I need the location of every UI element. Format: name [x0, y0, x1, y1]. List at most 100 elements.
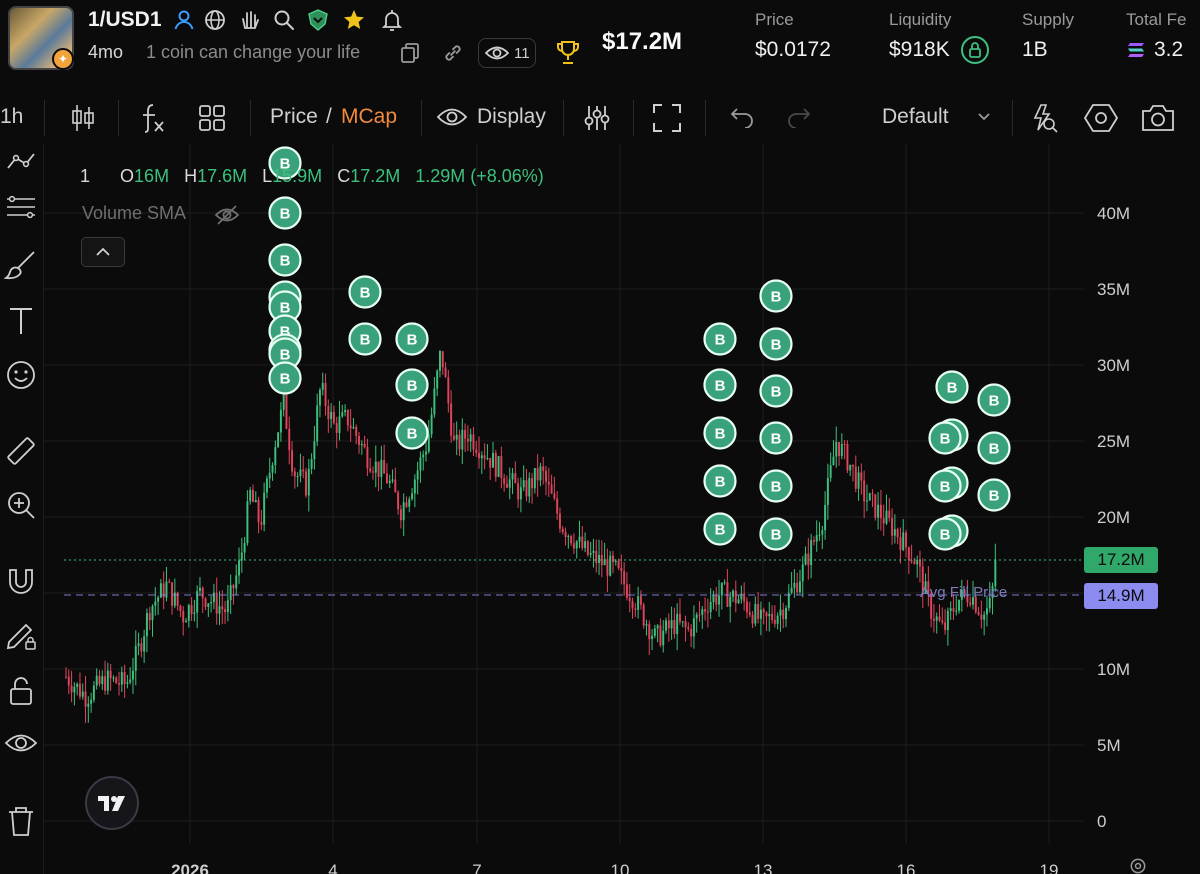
screenshot-camera-icon[interactable] [1141, 104, 1175, 132]
buy-marker[interactable]: B [977, 478, 1011, 512]
chart-settings-hexagon-icon[interactable] [1084, 103, 1118, 133]
delete-trash-icon[interactable] [4, 804, 38, 838]
buy-marker[interactable]: B [703, 322, 737, 356]
buy-marker[interactable]: B [703, 368, 737, 402]
candle-body [614, 560, 617, 562]
trend-line-tool-icon[interactable] [4, 146, 38, 180]
buy-marker[interactable]: B [348, 322, 382, 356]
undo-icon[interactable] [729, 106, 755, 128]
interval-button[interactable]: 1h [0, 105, 23, 129]
buy-marker-label: B [771, 384, 782, 401]
quick-search-icon[interactable] [1027, 102, 1059, 134]
redo-icon[interactable] [786, 106, 812, 128]
buy-marker[interactable]: B [268, 196, 302, 230]
fullscreen-icon[interactable] [652, 103, 682, 133]
toolbar-divider [44, 100, 45, 136]
buy-marker[interactable]: B [759, 517, 793, 551]
buy-marker[interactable]: B [759, 327, 793, 361]
tradingview-logo[interactable] [85, 776, 139, 830]
candle-body [313, 441, 316, 460]
candle-body [157, 597, 160, 602]
buy-marker[interactable]: B [759, 421, 793, 455]
collapse-legend-button[interactable] [81, 237, 125, 267]
display-button[interactable]: Display [477, 105, 546, 129]
alert-bell-icon[interactable] [380, 8, 404, 32]
buy-marker[interactable]: B [703, 464, 737, 498]
shield-eagle-icon[interactable] [306, 8, 330, 32]
indicators-fx-icon[interactable] [139, 102, 167, 134]
candle-body [617, 560, 620, 568]
buy-marker[interactable]: B [759, 374, 793, 408]
buy-marker[interactable]: B [395, 322, 429, 356]
emoji-tool-icon[interactable] [4, 358, 38, 392]
buy-marker[interactable]: B [977, 431, 1011, 465]
copy-icon[interactable] [400, 42, 420, 64]
candle-body [324, 382, 327, 407]
zoom-in-icon[interactable] [4, 488, 38, 522]
settings-sliders-icon[interactable] [583, 103, 611, 133]
creator-icon[interactable] [172, 8, 196, 32]
display-eye-icon[interactable] [436, 105, 468, 129]
candle-body [265, 478, 268, 493]
buy-marker[interactable]: B [928, 421, 962, 455]
trophy-icon[interactable] [556, 40, 580, 66]
buy-marker-label: B [280, 206, 291, 223]
x-axis-tick-label: 10 [611, 861, 630, 874]
buy-marker[interactable]: B [395, 416, 429, 450]
buy-marker[interactable]: B [928, 469, 962, 503]
candle-body [905, 532, 907, 548]
buy-marker[interactable]: B [268, 243, 302, 277]
candle-body [106, 670, 109, 691]
chevron-down-icon[interactable] [977, 112, 991, 122]
candle-body [659, 625, 662, 646]
candle-body [958, 599, 961, 611]
hidden-eye-icon[interactable] [214, 204, 240, 226]
hide-drawings-eye-icon[interactable] [4, 728, 38, 762]
candle-body [405, 502, 408, 507]
layout-preset-dropdown[interactable]: Default [882, 105, 949, 129]
buy-marker[interactable]: B [348, 275, 382, 309]
candle-body [212, 592, 215, 603]
brush-tool-icon[interactable] [4, 248, 38, 282]
candle-body [483, 455, 486, 459]
price-toggle[interactable]: Price [270, 105, 318, 129]
candle-body [279, 409, 282, 433]
buy-marker[interactable]: B [935, 370, 969, 404]
chart-canvas[interactable]: BBBBBBBBBBBBBBBBBBBBBBBBBBBBBBBBBBB 40M3… [44, 144, 1200, 874]
watchers-count-button[interactable]: 11 [478, 38, 536, 68]
lock-drawing-pencil-icon[interactable] [4, 618, 38, 652]
buy-marker[interactable]: B [759, 279, 793, 313]
hand-icon[interactable] [238, 8, 262, 32]
price-chart[interactable]: BBBBBBBBBBBBBBBBBBBBBBBBBBBBBBBBBBB 40M3… [44, 144, 1200, 874]
search-icon[interactable] [272, 8, 296, 32]
axis-settings-gear-icon[interactable] [1126, 856, 1150, 874]
candle-body [257, 499, 260, 523]
token-avatar[interactable]: ✦ [8, 6, 74, 70]
magnet-icon[interactable] [4, 564, 38, 598]
buy-marker[interactable]: B [977, 383, 1011, 417]
buy-marker[interactable]: B [703, 512, 737, 546]
favorite-star-icon[interactable] [342, 8, 366, 32]
link-icon[interactable] [442, 42, 464, 64]
lock-icon[interactable] [4, 674, 38, 708]
liquidity-lock-icon[interactable] [961, 36, 989, 64]
measure-ruler-icon[interactable] [4, 434, 38, 468]
buy-marker[interactable]: B [703, 416, 737, 450]
website-globe-icon[interactable] [203, 8, 227, 32]
candle-body [734, 590, 737, 604]
buy-marker[interactable]: B [928, 517, 962, 551]
mcap-toggle[interactable]: MCap [341, 105, 397, 129]
candle-body [854, 466, 857, 489]
candle-body [525, 480, 528, 497]
fib-retracement-tool-icon[interactable] [4, 192, 38, 226]
layouts-grid-icon[interactable] [198, 104, 226, 132]
stat-total-fees-label: Total Fe [1126, 10, 1187, 29]
volume-sma-indicator[interactable]: Volume SMA [82, 203, 186, 224]
buy-marker[interactable]: B [268, 361, 302, 395]
candle-body [73, 687, 76, 693]
buy-marker[interactable]: B [759, 469, 793, 503]
candle-body [709, 601, 712, 613]
candles-icon[interactable] [70, 103, 96, 133]
text-tool-icon[interactable] [4, 304, 38, 338]
buy-marker[interactable]: B [395, 368, 429, 402]
